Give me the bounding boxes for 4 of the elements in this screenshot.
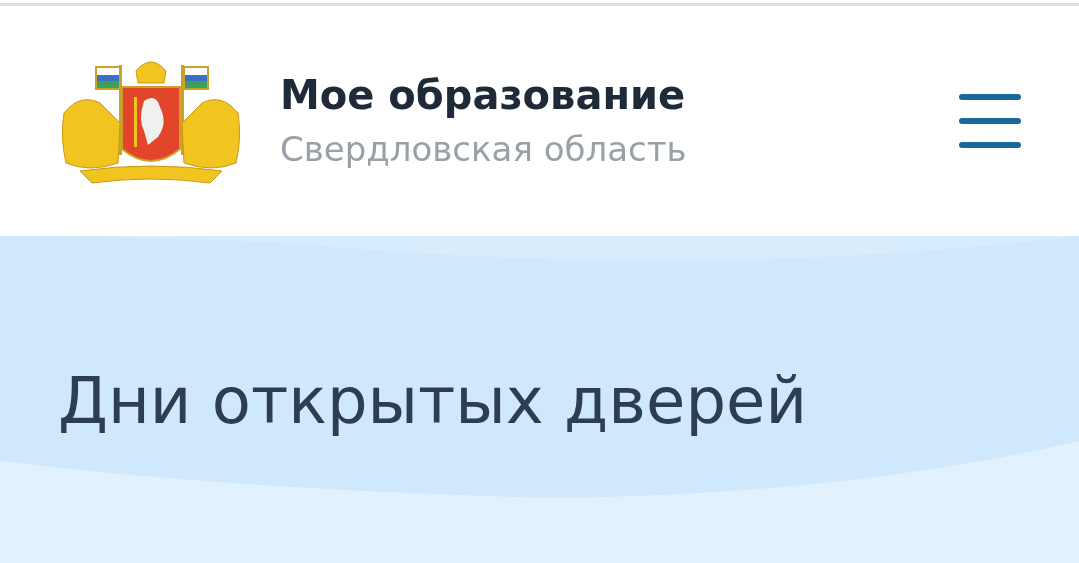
site-subtitle: Свердловская область bbox=[280, 131, 688, 169]
page-heading: Дни открытых дверей bbox=[58, 366, 807, 437]
menu-icon[interactable] bbox=[959, 94, 1021, 148]
site-title: Мое образование bbox=[280, 73, 687, 118]
